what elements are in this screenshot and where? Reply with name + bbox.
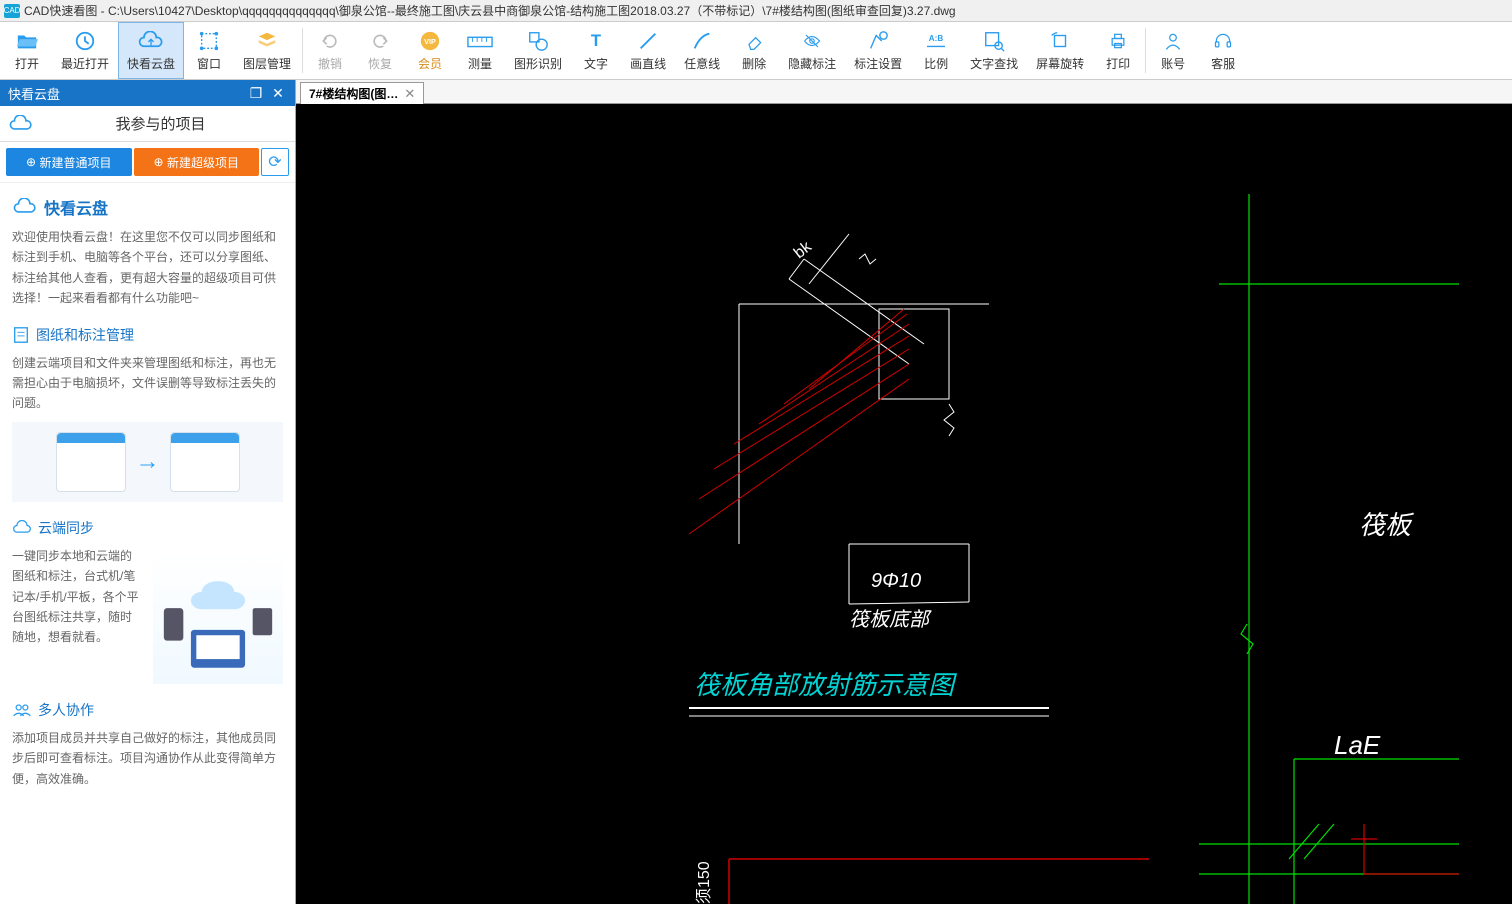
shape-recognition-button[interactable]: 图形识别 <box>505 22 571 79</box>
shape-icon <box>524 29 552 53</box>
document-icon <box>12 326 30 344</box>
panel-detach-button[interactable]: ❐ <box>247 84 265 102</box>
freeline-button[interactable]: 任意线 <box>675 22 729 79</box>
promo-manage-text: 创建云端项目和文件夹来管理图纸和标注，再也无需担心由于电脑损坏，文件误删等导致标… <box>12 353 283 414</box>
text-icon: T <box>582 29 610 53</box>
line-button[interactable]: 画直线 <box>621 22 675 79</box>
document-tab[interactable]: 7#楼结构图(图… ✕ <box>300 82 424 104</box>
measure-button[interactable]: 测量 <box>455 22 505 79</box>
mark-settings-icon <box>864 29 892 53</box>
rotate-button[interactable]: 屏幕旋转 <box>1027 22 1093 79</box>
scale-icon: A:B <box>922 29 950 53</box>
text-find-button[interactable]: 文字查找 <box>961 22 1027 79</box>
redo-icon <box>366 29 394 53</box>
layers-icon <box>253 29 281 53</box>
rotate-icon <box>1046 29 1074 53</box>
tab-my-projects[interactable]: 我参与的项目 <box>34 113 287 134</box>
app-icon: CAD <box>4 4 20 18</box>
mark-settings-button[interactable]: 标注设置 <box>845 22 911 79</box>
recent-button[interactable]: 最近打开 <box>52 22 118 79</box>
undo-button[interactable]: 撤销 <box>305 22 355 79</box>
drawing-area: 7#楼结构图(图… ✕ <box>296 80 1512 904</box>
headset-icon <box>1209 29 1237 53</box>
cloud-button[interactable]: 快看云盘 <box>118 22 184 79</box>
promo-sync-text: 一键同步本地和云端的图纸和标注，台式机/笔记本/手机/平板，各个平台图纸标注共享… <box>12 546 143 648</box>
open-button[interactable]: 打开 <box>2 22 52 79</box>
window-button[interactable]: 窗口 <box>184 22 234 79</box>
refresh-button[interactable]: ⟳ <box>261 148 289 176</box>
cloud-icon <box>12 198 38 216</box>
raft-bottom-text: 筏板底部 <box>849 609 932 631</box>
ruler-icon <box>466 29 494 53</box>
account-button[interactable]: 账号 <box>1148 22 1198 79</box>
promo-collab-text: 添加项目成员并共享自己做好的标注，其他成员同步后即可查看标注。项目沟通协作从此变… <box>12 728 283 789</box>
print-button[interactable]: 打印 <box>1093 22 1143 79</box>
promo-collab-title: 多人协作 <box>12 700 283 720</box>
search-text-icon <box>980 29 1008 53</box>
undo-icon <box>316 29 344 53</box>
document-tab-label: 7#楼结构图(图… <box>309 85 398 102</box>
redo-button[interactable]: 恢复 <box>355 22 405 79</box>
promo-cloud-text: 欢迎使用快看云盘！在这里您不仅可以同步图纸和标注到手机、电脑等各个平台，还可以分… <box>12 227 283 309</box>
promo-manage-title: 图纸和标注管理 <box>12 325 283 345</box>
promo-cloud-title: 快看云盘 <box>12 195 283 219</box>
raft-label: 筏板 <box>1359 510 1415 540</box>
team-icon <box>12 702 32 718</box>
promo-sync-title: 云端同步 <box>12 518 283 538</box>
hide-mark-button[interactable]: 隐藏标注 <box>779 22 845 79</box>
history-icon <box>71 29 99 53</box>
print-icon <box>1104 29 1132 53</box>
panel-close-button[interactable]: ✕ <box>269 84 287 102</box>
cloud-icon <box>137 29 165 53</box>
dim-bk-text: bk <box>791 238 816 262</box>
close-tab-button[interactable]: ✕ <box>404 86 415 102</box>
svg-text:VIP: VIP <box>424 37 436 46</box>
cloud-sync-icon <box>12 520 32 536</box>
text-button[interactable]: T 文字 <box>571 22 621 79</box>
main-toolbar: 打开 最近打开 快看云盘 窗口 图层管理 撤销 恢复 VIP 会员 测量 图形识… <box>0 22 1512 80</box>
title-bar: CAD CAD快速看图 - C:\Users\10427\Desktop\qqq… <box>0 0 1512 22</box>
line-icon <box>634 29 662 53</box>
panel-actions: ⊕ 新建普通项目 ⊕ 新建超级项目 ⟳ <box>0 142 295 183</box>
panel-body[interactable]: 快看云盘 欢迎使用快看云盘！在这里您不仅可以同步图纸和标注到手机、电脑等各个平台… <box>0 183 295 904</box>
diagram-title: 筏板角部放射筋示意图 <box>694 670 958 700</box>
cad-canvas[interactable]: bk 9Φ10 筏板底部 筏板角部放射筋示意图 须150 <box>296 104 1512 904</box>
window-icon <box>195 29 223 53</box>
panel-title: 快看云盘 <box>8 84 243 103</box>
new-super-project-button[interactable]: ⊕ 新建超级项目 <box>134 148 260 176</box>
delete-button[interactable]: 删除 <box>729 22 779 79</box>
window-title: CAD快速看图 - C:\Users\10427\Desktop\qqqqqqq… <box>24 2 956 19</box>
panel-tabs: 我参与的项目 <box>0 106 295 142</box>
user-icon <box>1159 29 1187 53</box>
svg-text:T: T <box>591 31 601 50</box>
new-normal-project-button[interactable]: ⊕ 新建普通项目 <box>6 148 132 176</box>
rebar-spec-text: 9Φ10 <box>871 570 921 592</box>
layers-button[interactable]: 图层管理 <box>234 22 300 79</box>
pencil-icon <box>688 29 716 53</box>
svg-text:A:B: A:B <box>929 34 944 43</box>
eraser-icon <box>740 29 768 53</box>
scale-button[interactable]: A:B 比例 <box>911 22 961 79</box>
vbar-text: 须150 <box>695 861 713 904</box>
promo-manage-image: → <box>12 422 283 502</box>
panel-header: 快看云盘 ❐ ✕ <box>0 80 295 106</box>
cloud-icon <box>8 115 34 133</box>
lae-label: LaE <box>1334 730 1381 760</box>
vip-icon: VIP <box>416 29 444 53</box>
cloud-side-panel: 快看云盘 ❐ ✕ 我参与的项目 ⊕ 新建普通项目 ⊕ 新建超级项目 ⟳ 快看云盘… <box>0 80 296 904</box>
service-button[interactable]: 客服 <box>1198 22 1248 79</box>
document-tabs: 7#楼结构图(图… ✕ <box>296 80 1512 104</box>
vip-button[interactable]: VIP 会员 <box>405 22 455 79</box>
folder-open-icon <box>13 29 41 53</box>
promo-sync-image <box>153 554 283 684</box>
eye-off-icon <box>798 29 826 53</box>
